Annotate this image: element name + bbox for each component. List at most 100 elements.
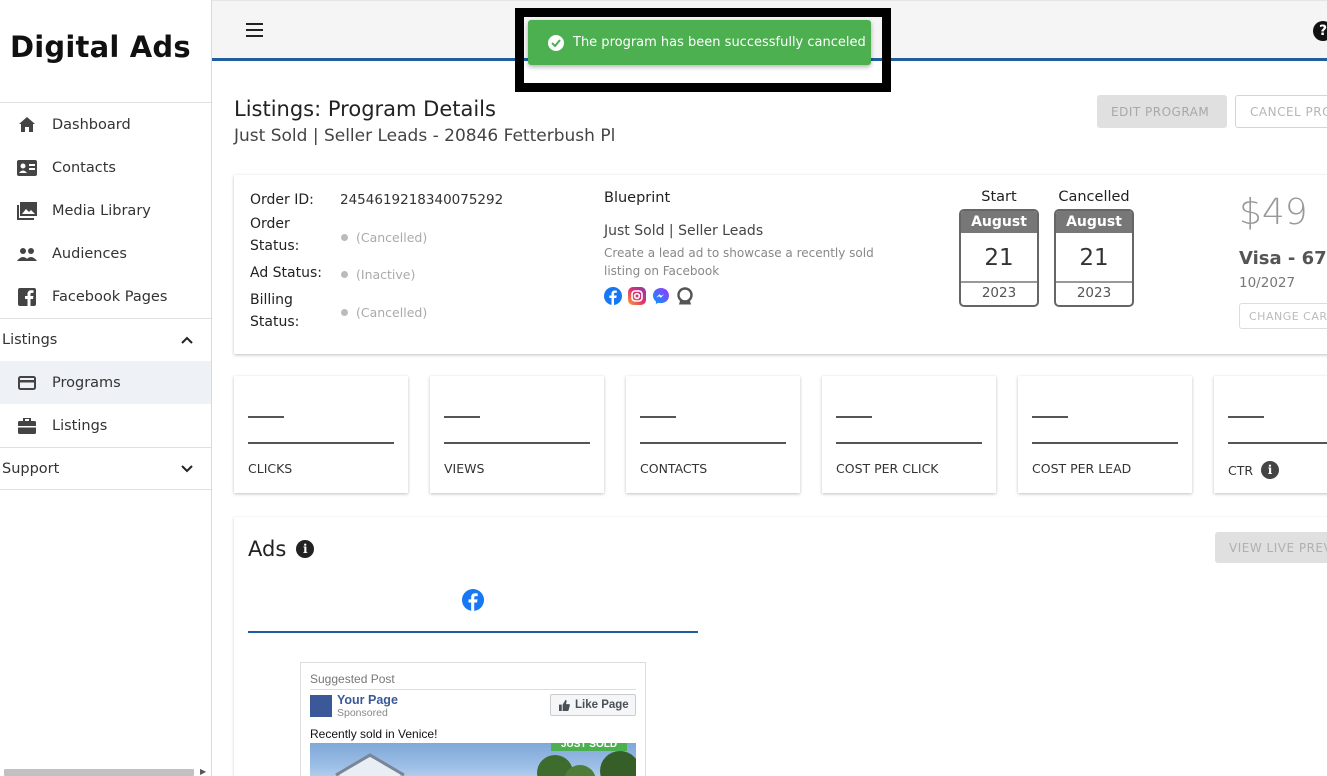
like-page-button[interactable]: Like Page <box>550 694 636 716</box>
blueprint-description: Create a lead ad to showcase a recently … <box>604 246 874 278</box>
divider <box>444 442 590 444</box>
billing-status-label: Billing Status: <box>250 292 300 330</box>
sidebar-item-facebook-pages[interactable]: Facebook Pages <box>0 275 211 318</box>
calendar-day: 21 <box>1056 233 1132 283</box>
divider <box>248 442 394 444</box>
payment-card: Visa - 6737 <box>1239 248 1327 269</box>
card-expiry: 10/2027 <box>1239 275 1296 291</box>
stat-card-clicks: CLICKS <box>234 376 408 493</box>
sidebar-item-label: Audiences <box>52 245 127 262</box>
menu-icon[interactable] <box>246 23 263 37</box>
info-icon[interactable]: i <box>1261 461 1280 479</box>
sidebar-item-label: Programs <box>52 374 121 391</box>
stat-label: VIEWS <box>444 461 484 476</box>
horizontal-scrollbar[interactable] <box>4 769 194 776</box>
brand-logo: Digital Ads <box>0 0 211 103</box>
sidebar-item-contacts[interactable]: Contacts <box>0 146 211 189</box>
page-title: Listings: Program Details <box>234 97 496 121</box>
sidebar-item-label: Media Library <box>52 202 151 219</box>
divider <box>640 442 786 444</box>
cancel-program-button[interactable]: CANCEL PRO <box>1235 95 1327 128</box>
page-name[interactable]: Your Page <box>337 693 398 707</box>
stat-value-placeholder <box>1228 416 1264 418</box>
ads-section: Ads i VIEW LIVE PREV Suggested Post Your… <box>234 517 1327 776</box>
stat-value-placeholder <box>1032 416 1068 418</box>
sidebar-item-audiences[interactable]: Audiences <box>0 232 211 275</box>
ads-heading: Ads i <box>248 537 315 561</box>
order-status-value: (Cancelled) <box>341 230 427 245</box>
stat-value-placeholder <box>640 416 676 418</box>
edit-program-button[interactable]: EDIT PROGRAM <box>1097 95 1227 128</box>
status-dot <box>341 271 348 278</box>
check-circle-icon <box>548 34 564 51</box>
contact-card-icon <box>17 158 37 178</box>
status-dot <box>341 309 348 316</box>
billing-status-value: (Cancelled) <box>341 305 427 320</box>
billing-status-text: (Cancelled) <box>356 305 428 320</box>
messenger-icon <box>652 287 670 305</box>
toast-message: The program has been successfully cancel… <box>573 35 866 50</box>
calendar-year: 2023 <box>1076 285 1112 301</box>
cancelled-date-calendar: August 21 2023 <box>1054 209 1134 307</box>
ad-status-label: Ad Status: <box>250 265 322 281</box>
sidebar-item-dashboard[interactable]: Dashboard <box>0 103 211 146</box>
order-id-label: Order ID: <box>250 192 314 208</box>
stat-card-ctr: CTR i <box>1214 376 1327 493</box>
sidebar-item-label: Dashboard <box>52 116 131 133</box>
section-label: Support <box>2 460 60 477</box>
sponsored-label: Sponsored <box>337 707 388 719</box>
blueprint-heading: Blueprint <box>604 190 671 206</box>
facebook-icon <box>462 589 484 615</box>
stat-label-text: CONTACTS <box>640 461 708 476</box>
chevron-up-icon <box>181 332 193 348</box>
page-avatar <box>310 695 332 717</box>
sidebar-item-label: Facebook Pages <box>52 288 168 305</box>
sidebar-section-listings[interactable]: Listings <box>0 318 211 361</box>
order-status-text: (Cancelled) <box>356 230 428 245</box>
sidebar-item-media-library[interactable]: Media Library <box>0 189 211 232</box>
stat-label: CONTACTS <box>640 461 707 476</box>
thumbs-up-icon <box>559 699 570 711</box>
scroll-right-arrow-icon[interactable]: ▶ <box>200 767 206 776</box>
photo-library-icon <box>17 201 37 221</box>
order-status-label: Order Status: <box>250 216 300 254</box>
briefcase-icon <box>17 416 37 436</box>
people-icon <box>17 244 37 264</box>
divider <box>1032 442 1178 444</box>
calendar-year: 2023 <box>981 285 1017 301</box>
stat-value-placeholder <box>444 416 480 418</box>
ads-title-text: Ads <box>248 537 287 561</box>
start-date-heading: Start <box>981 189 1017 205</box>
like-page-label: Like Page <box>575 699 629 711</box>
tab-facebook[interactable] <box>248 589 698 633</box>
view-live-preview-button[interactable]: VIEW LIVE PREV <box>1215 532 1327 563</box>
sidebar-item-programs[interactable]: Programs <box>0 361 211 404</box>
stat-label-text: VIEWS <box>444 461 485 476</box>
sidebar-section-support[interactable]: Support <box>0 447 211 490</box>
sidebar-item-listings[interactable]: Listings <box>0 404 211 447</box>
stat-label-text: COST PER LEAD <box>1032 461 1132 476</box>
sidebar: Digital Ads Dashboard Contacts Media Lib… <box>0 0 212 776</box>
info-icon[interactable]: i <box>296 540 315 558</box>
ad-status-value: (Inactive) <box>341 267 415 282</box>
help-icon[interactable]: ? <box>1313 21 1327 41</box>
program-price: $49 <box>1239 192 1308 233</box>
stat-label: COST PER CLICK <box>836 461 939 476</box>
credit-card-icon <box>17 373 37 393</box>
home-icon <box>17 115 37 135</box>
divider <box>1228 442 1327 444</box>
start-date-calendar: August 21 2023 <box>959 209 1039 307</box>
status-dot <box>341 234 348 241</box>
divider <box>310 689 636 690</box>
divider <box>836 442 982 444</box>
audience-network-icon <box>676 287 694 305</box>
post-caption: Recently sold in Venice! <box>310 727 438 741</box>
change-card-button[interactable]: CHANGE CAR <box>1239 303 1327 329</box>
stat-label-text: CTR <box>1228 462 1254 478</box>
instagram-icon <box>628 287 646 305</box>
order-details-card: Order ID: 2454619218340075292 Order Stat… <box>234 175 1327 354</box>
stat-card-cost-per-click: COST PER CLICK <box>822 376 996 493</box>
facebook-square-icon <box>17 287 37 307</box>
calendar-month: August <box>961 211 1037 233</box>
calendar-day: 21 <box>961 233 1037 283</box>
